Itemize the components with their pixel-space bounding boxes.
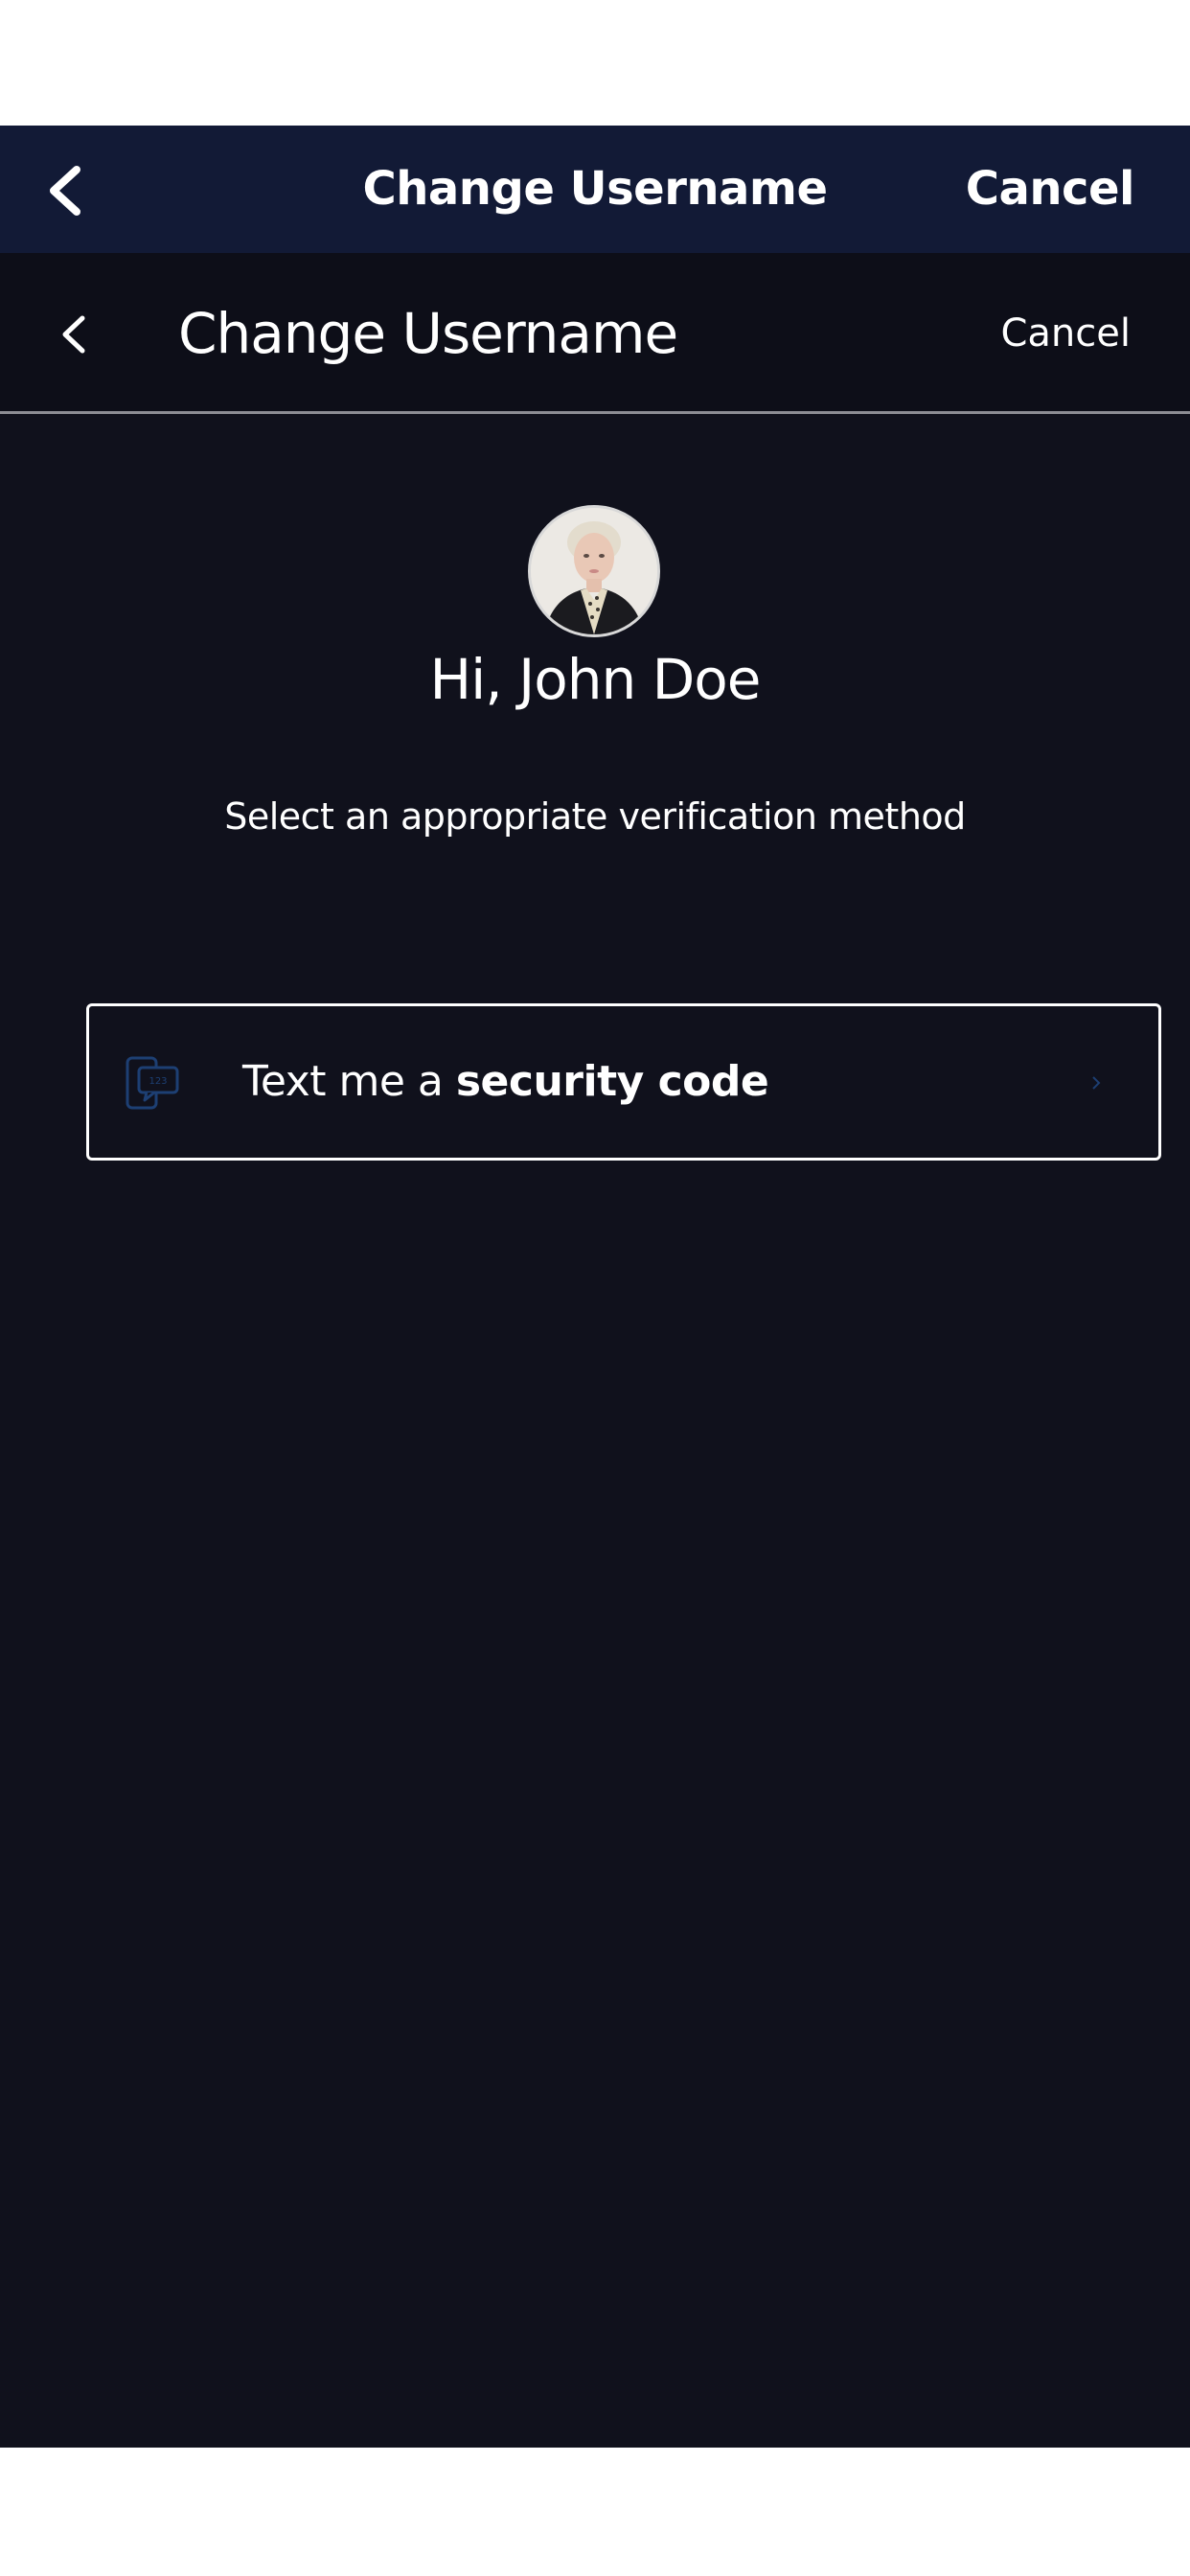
cancel-button[interactable]: Cancel [1000, 253, 1131, 414]
top-navigation-bar: Change Username Cancel [0, 126, 1190, 253]
sms-code-icon: 123 [126, 1056, 179, 1110]
page-title: Change Username [178, 301, 678, 366]
text-security-code-option[interactable]: 123 Text me a security code [86, 1003, 1161, 1161]
greeting-text: Hi, John Doe [429, 647, 762, 712]
page-header: Change Username Cancel [0, 253, 1190, 414]
svg-text:123: 123 [149, 1076, 167, 1087]
nav-cancel-button[interactable]: Cancel [966, 126, 1135, 253]
instruction-text: Select an appropriate verification metho… [224, 795, 966, 838]
chevron-right-icon [1092, 1076, 1101, 1090]
option-label: Text me a security code [242, 1006, 769, 1158]
option-label-prefix: Text me a [242, 1057, 456, 1106]
verification-screen: Change Username Cancel Hi, John Doe Sele… [0, 253, 1190, 2448]
option-label-bold: security code [455, 1057, 769, 1106]
user-avatar-photo [531, 508, 657, 634]
avatar [528, 505, 660, 637]
back-chevron-icon[interactable] [57, 312, 90, 356]
page: Change Username Cancel Change Username C… [0, 0, 1190, 2576]
